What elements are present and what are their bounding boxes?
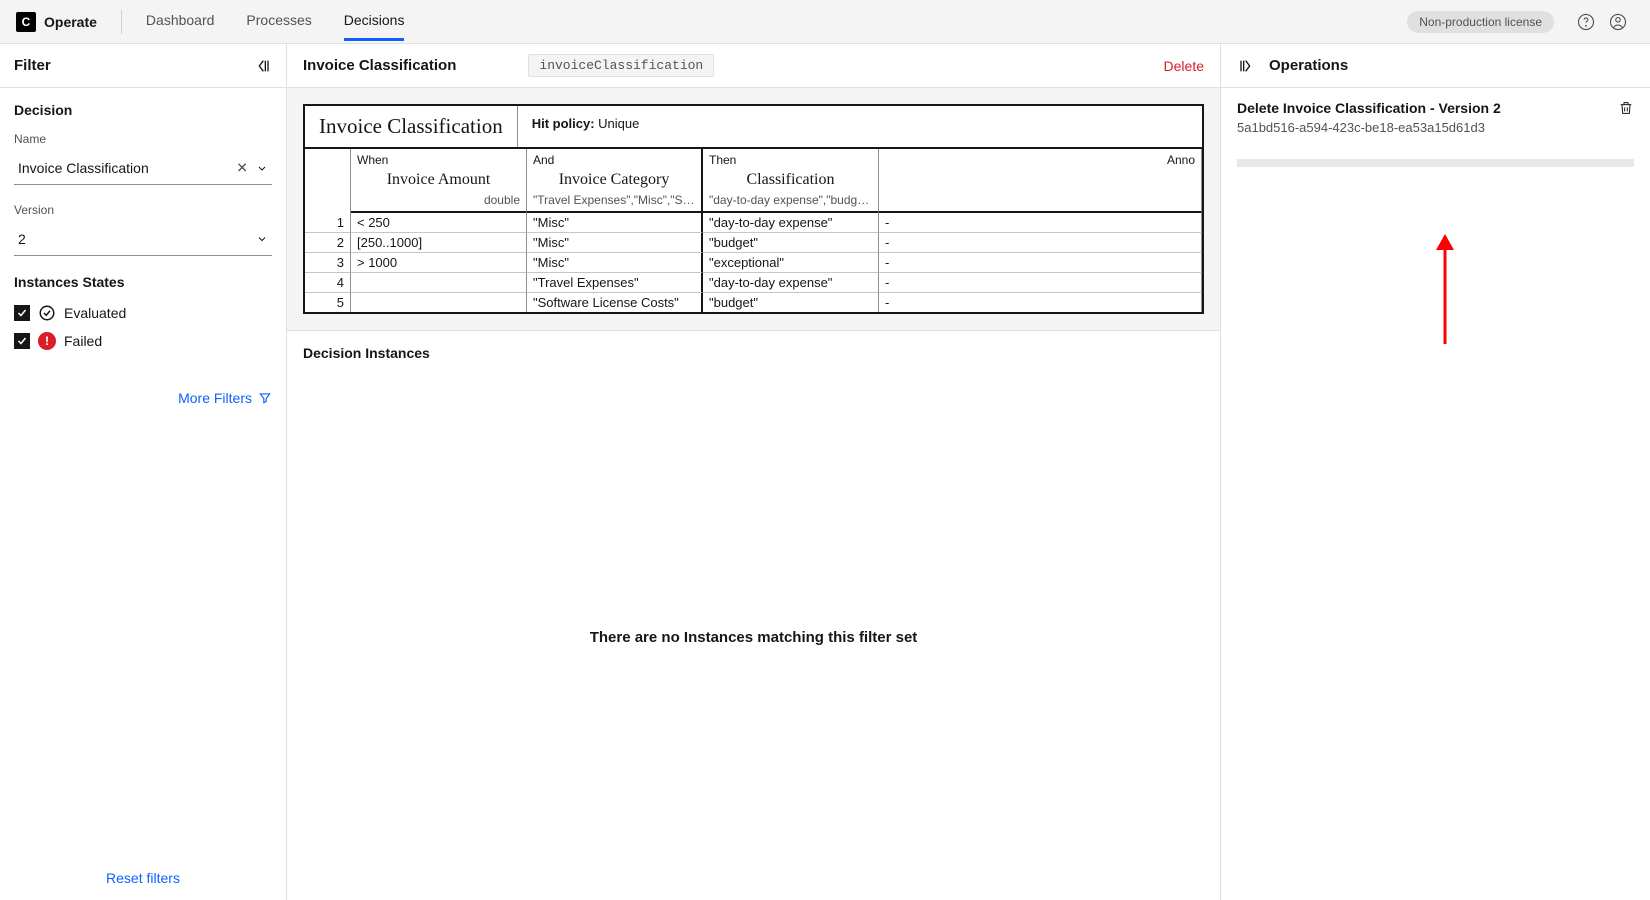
- version-label: Version: [14, 203, 272, 217]
- cell: "Misc": [527, 213, 703, 233]
- filter-section-decision: Decision: [14, 102, 272, 118]
- failed-checkbox[interactable]: [14, 333, 30, 349]
- brand[interactable]: C Operate: [16, 12, 97, 32]
- divider: [121, 10, 122, 34]
- evaluated-checkbox[interactable]: [14, 305, 30, 321]
- more-filters-link[interactable]: More Filters: [178, 390, 272, 406]
- col-classification: Classification: [703, 167, 879, 193]
- cell: "budget": [703, 293, 879, 312]
- row-num: 4: [305, 273, 351, 293]
- center-header: Invoice Classification invoiceClassifica…: [287, 44, 1220, 88]
- user-icon[interactable]: [1602, 6, 1634, 38]
- cell: [351, 273, 527, 293]
- operations-panel: Operations Delete Invoice Classification…: [1220, 44, 1650, 900]
- row-num: 1: [305, 213, 351, 233]
- filter-icon: [258, 391, 272, 405]
- decision-id-chip: invoiceClassification: [528, 54, 714, 77]
- delete-button[interactable]: Delete: [1164, 58, 1204, 74]
- cell: "day-to-day expense": [703, 213, 879, 233]
- col-when: When: [351, 149, 527, 167]
- col2-type: "Travel Expenses","Misc","Softw...: [527, 193, 703, 213]
- brand-logo-icon: C: [16, 12, 36, 32]
- operations-header: Operations: [1221, 44, 1650, 88]
- license-badge: Non-production license: [1407, 11, 1554, 33]
- cell: -: [879, 213, 1202, 233]
- cell: [250..1000]: [351, 233, 527, 253]
- col-invoice-category: Invoice Category: [527, 167, 703, 193]
- failed-icon: !: [38, 332, 56, 350]
- filter-header: Filter: [0, 44, 286, 88]
- instances-panel: Decision Instances There are no Instance…: [287, 330, 1220, 900]
- chevron-down-icon[interactable]: [256, 162, 268, 174]
- name-label: Name: [14, 132, 272, 146]
- cell: "Travel Expenses": [527, 273, 703, 293]
- chevron-down-icon[interactable]: [256, 233, 268, 245]
- clear-name-icon[interactable]: ✕: [236, 160, 248, 177]
- cell: -: [879, 233, 1202, 253]
- col-invoice-amount: Invoice Amount: [351, 167, 527, 193]
- hit-policy: Hit policy: Unique: [518, 106, 654, 147]
- operations-title: Operations: [1269, 57, 1348, 74]
- version-select[interactable]: 2: [14, 223, 272, 256]
- row-num: 2: [305, 233, 351, 253]
- state-evaluated-row: Evaluated: [14, 304, 272, 322]
- row-num: 5: [305, 293, 351, 312]
- cell: -: [879, 273, 1202, 293]
- decision-title: Invoice Classification: [303, 57, 456, 74]
- nav-decisions[interactable]: Decisions: [344, 12, 405, 41]
- cell: [351, 293, 527, 312]
- col-then: Then: [703, 149, 879, 167]
- name-select[interactable]: Invoice Classification ✕: [14, 152, 272, 185]
- filter-panel: Filter Decision Name Invoice Classificat…: [0, 44, 287, 900]
- annotation-arrow-icon: [1430, 234, 1460, 344]
- cell: -: [879, 253, 1202, 273]
- col-anno: Anno: [879, 149, 1202, 167]
- failed-label: Failed: [64, 333, 102, 349]
- cell: "budget": [703, 233, 879, 253]
- operation-progress: [1237, 159, 1634, 167]
- cell: "day-to-day expense": [703, 273, 879, 293]
- help-icon[interactable]: [1570, 6, 1602, 38]
- instances-empty-message: There are no Instances matching this fil…: [287, 375, 1220, 900]
- trash-icon[interactable]: [1618, 100, 1634, 116]
- cell: < 250: [351, 213, 527, 233]
- name-select-value: Invoice Classification: [14, 152, 272, 184]
- col1-type: double: [351, 193, 527, 213]
- reset-filters-link[interactable]: Reset filters: [106, 870, 180, 886]
- state-failed-row: ! Failed: [14, 332, 272, 350]
- expand-operations-icon[interactable]: [1237, 58, 1253, 74]
- cell: -: [879, 293, 1202, 312]
- nav-processes[interactable]: Processes: [246, 12, 311, 41]
- top-nav: C Operate Dashboard Processes Decisions …: [0, 0, 1650, 44]
- cell: "Misc": [527, 233, 703, 253]
- cell: > 1000: [351, 253, 527, 273]
- nav-links: Dashboard Processes Decisions: [146, 7, 405, 36]
- instances-title: Decision Instances: [287, 331, 1220, 375]
- brand-name: Operate: [44, 14, 97, 30]
- operation-id: 5a1bd516-a594-423c-be18-ea53a15d61d3: [1237, 120, 1501, 135]
- version-select-value: 2: [14, 223, 272, 255]
- col-and: And: [527, 149, 703, 167]
- operation-item: Delete Invoice Classification - Version …: [1221, 88, 1650, 147]
- cell: "exceptional": [703, 253, 879, 273]
- dmn-table: Invoice Classification Hit policy: Uniqu…: [303, 104, 1204, 314]
- operation-title: Delete Invoice Classification - Version …: [1237, 100, 1501, 116]
- cell: "Misc": [527, 253, 703, 273]
- center-panel: Invoice Classification invoiceClassifica…: [287, 44, 1220, 900]
- evaluated-label: Evaluated: [64, 305, 126, 321]
- row-num: 3: [305, 253, 351, 273]
- evaluated-icon: [38, 304, 56, 322]
- filter-title: Filter: [14, 57, 51, 74]
- nav-dashboard[interactable]: Dashboard: [146, 12, 215, 41]
- collapse-filter-icon[interactable]: [256, 58, 272, 74]
- cell: "Software License Costs": [527, 293, 703, 312]
- dmn-table-name: Invoice Classification: [305, 106, 518, 147]
- states-label: Instances States: [14, 274, 272, 290]
- col3-type: "day-to-day expense","budget",...: [703, 193, 879, 213]
